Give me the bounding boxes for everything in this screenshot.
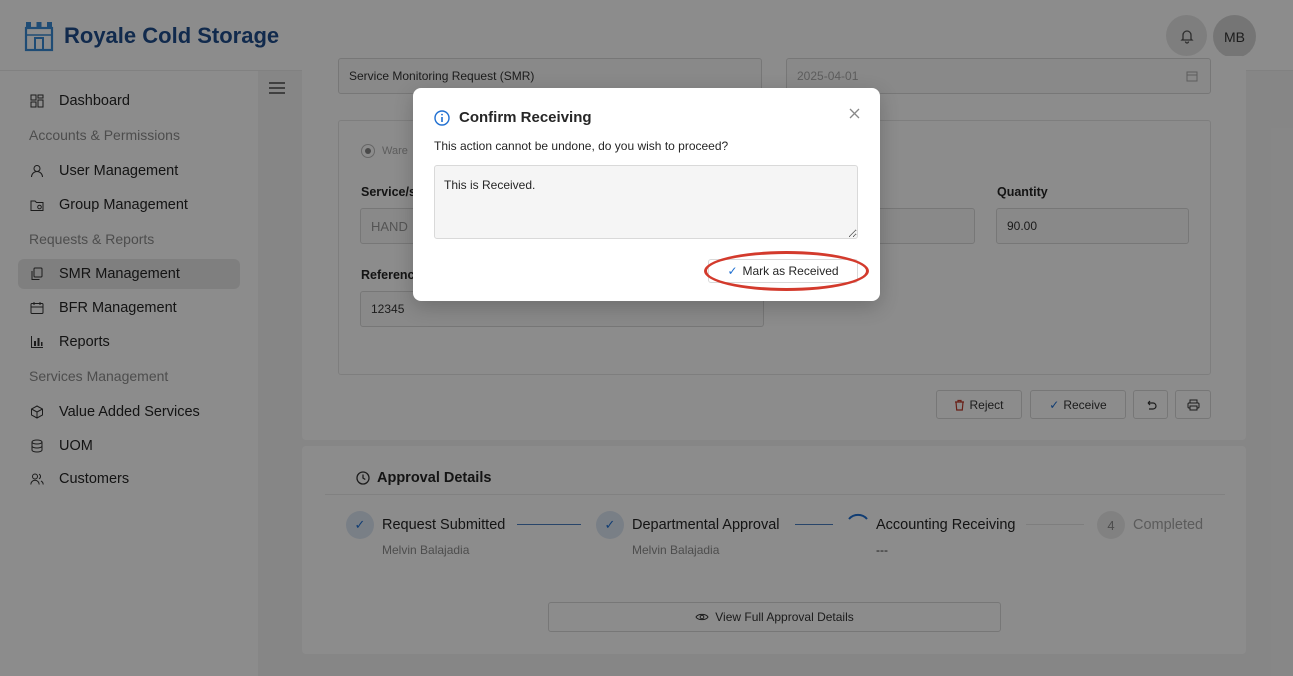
close-icon[interactable]	[849, 108, 860, 119]
dialog-message: This action cannot be undone, do you wis…	[434, 139, 729, 153]
remarks-textarea[interactable]: This is Received.	[434, 165, 858, 239]
red-annotation-ellipse	[704, 251, 869, 291]
dialog-title: Confirm Receiving	[459, 109, 592, 126]
info-icon	[434, 110, 450, 126]
